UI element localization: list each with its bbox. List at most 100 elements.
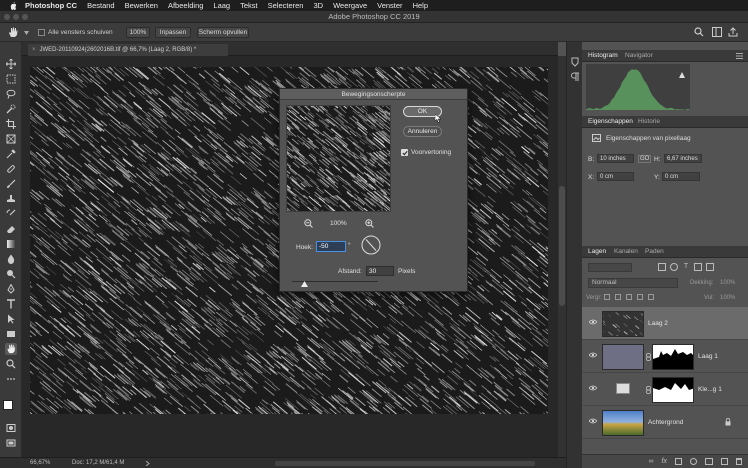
y-field[interactable]: 0 cm <box>662 172 700 181</box>
trash-icon[interactable] <box>736 458 742 465</box>
close-window-button[interactable] <box>4 14 10 20</box>
eyedropper-tool[interactable] <box>5 148 17 160</box>
tab-histogram[interactable]: Histogram <box>588 52 618 59</box>
layer-filter-select[interactable] <box>588 263 632 272</box>
opacity-value[interactable]: 100% <box>720 280 735 286</box>
height-field[interactable]: 6,67 inches <box>664 154 702 163</box>
filter-shape-icon[interactable] <box>694 263 702 271</box>
filter-adjustment-icon[interactable] <box>670 263 678 271</box>
pen-tool[interactable] <box>5 283 17 295</box>
vertical-scroll-thumb[interactable] <box>559 186 565 306</box>
blur-tool[interactable] <box>5 253 17 265</box>
chain-link-icon[interactable] <box>646 386 651 394</box>
menu-item[interactable]: Venster <box>377 1 402 10</box>
eraser-tool[interactable] <box>5 223 17 235</box>
zoom-window-button[interactable] <box>22 14 28 20</box>
layer-name[interactable]: Kle...g 1 <box>698 386 722 393</box>
fit-screen-button[interactable]: Inpassen <box>155 27 191 38</box>
tab-properties[interactable]: Eigenschappen <box>588 118 633 125</box>
filter-pixel-icon[interactable] <box>658 263 666 271</box>
brush-tool[interactable] <box>5 178 17 190</box>
clone-stamp-tool[interactable] <box>5 193 17 205</box>
menu-item[interactable]: 3D <box>313 1 323 10</box>
healing-brush-tool[interactable] <box>5 163 17 175</box>
workspace-icon[interactable] <box>712 27 722 37</box>
scroll-all-checkbox[interactable] <box>38 29 45 36</box>
eye-icon[interactable] <box>589 352 597 358</box>
history-brush-tool[interactable] <box>5 208 17 220</box>
menu-item[interactable]: Selecteren <box>268 1 304 10</box>
eye-icon[interactable] <box>589 385 597 391</box>
zoom-in-icon[interactable] <box>365 219 374 228</box>
lock-all-icon[interactable] <box>648 294 654 300</box>
width-field[interactable]: 10 inches <box>597 154 634 163</box>
angle-input[interactable] <box>316 241 346 252</box>
move-tool[interactable] <box>5 58 17 70</box>
distance-input[interactable] <box>366 266 394 276</box>
hand-tool[interactable] <box>5 343 17 355</box>
lock-transparent-icon[interactable] <box>604 294 610 300</box>
more-tools[interactable] <box>5 373 17 385</box>
filter-smart-icon[interactable] <box>706 263 714 271</box>
angle-dial[interactable] <box>361 235 381 255</box>
panel-menu-icon[interactable] <box>736 53 743 59</box>
menu-item[interactable]: Laag <box>213 1 230 10</box>
app-menu[interactable]: Photoshop CC <box>25 1 77 10</box>
zoom-tool[interactable] <box>5 358 17 370</box>
crop-tool[interactable] <box>5 118 17 130</box>
path-select-tool[interactable] <box>5 313 17 325</box>
menu-item[interactable]: Bestand <box>87 1 115 10</box>
gradient-tool[interactable] <box>5 238 17 250</box>
tab-history[interactable]: Historie <box>638 118 660 125</box>
menu-item[interactable]: Bewerken <box>125 1 158 10</box>
marquee-tool[interactable] <box>5 73 17 85</box>
brush-settings-icon[interactable] <box>570 57 580 67</box>
eye-icon[interactable] <box>589 319 597 325</box>
lock-icon[interactable] <box>725 418 731 426</box>
layer-name[interactable]: Laag 1 <box>698 353 718 360</box>
menu-item[interactable]: Tekst <box>240 1 258 10</box>
distance-slider-thumb[interactable] <box>301 281 309 287</box>
blend-mode-select[interactable]: Normaal <box>588 278 678 288</box>
minimize-window-button[interactable] <box>13 14 19 20</box>
layer-row[interactable]: Kle...g 1 <box>582 373 748 406</box>
fill-screen-button[interactable]: Scherm opvullen <box>197 27 249 38</box>
search-icon[interactable] <box>694 27 704 37</box>
close-icon[interactable]: × <box>32 47 36 53</box>
document-tab[interactable]: × JWED-20110924(2602016B.tif @ 66,7% (La… <box>28 44 228 56</box>
layer-row[interactable]: Laag 2 <box>582 307 748 340</box>
menu-item[interactable]: Help <box>413 1 428 10</box>
frame-tool[interactable] <box>5 133 17 145</box>
fill-value[interactable]: 100% <box>720 295 735 301</box>
lock-position-icon[interactable] <box>626 294 632 300</box>
filter-type-icon[interactable]: T <box>682 263 690 271</box>
menu-item[interactable]: Weergave <box>333 1 367 10</box>
layer-mask-thumbnail[interactable] <box>652 377 694 403</box>
apple-icon[interactable] <box>10 1 17 10</box>
new-group-icon[interactable] <box>705 458 713 465</box>
lasso-tool[interactable] <box>5 88 17 100</box>
layer-mask-thumbnail[interactable] <box>652 344 694 370</box>
hand-tool-icon[interactable] <box>8 27 18 38</box>
foreground-color-swatch[interactable] <box>3 400 13 410</box>
lock-artboard-icon[interactable] <box>637 294 643 300</box>
layer-row[interactable]: Laag 1 <box>582 340 748 373</box>
link-dimensions-button[interactable]: GO <box>638 155 652 163</box>
type-tool[interactable] <box>5 298 17 310</box>
eye-icon[interactable] <box>589 418 597 424</box>
layer-name[interactable]: Achtergrond <box>648 419 683 426</box>
layer-name[interactable]: Laag 2 <box>648 320 668 327</box>
preview-checkbox[interactable] <box>401 149 408 156</box>
screen-mode-button[interactable] <box>5 437 17 449</box>
rectangle-tool[interactable] <box>5 328 17 340</box>
quick-select-tool[interactable] <box>5 103 17 115</box>
tab-layers[interactable]: Lagen <box>588 248 606 255</box>
new-layer-icon[interactable] <box>721 458 728 465</box>
chevron-right-icon[interactable] <box>145 461 150 466</box>
lock-pixels-icon[interactable] <box>615 294 621 300</box>
share-icon[interactable] <box>728 27 738 37</box>
menu-item[interactable]: Afbeelding <box>168 1 203 10</box>
cancel-button[interactable]: Annuleren <box>403 126 442 137</box>
color-swatches[interactable] <box>3 400 18 415</box>
x-field[interactable]: 0 cm <box>597 172 634 181</box>
